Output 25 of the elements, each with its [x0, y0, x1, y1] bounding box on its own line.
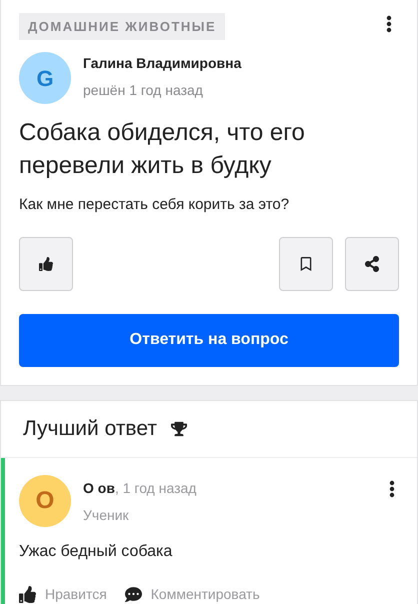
answer-text: Ужас бедный собака — [19, 542, 174, 562]
avatar: O — [19, 475, 71, 527]
solved-time: решён 1 год назад — [83, 81, 204, 100]
answer-byline: О ов, 1 год назад — [83, 479, 198, 498]
category-tag[interactable]: ДОМАШНИЕ ЖИВОТНЫЕ — [19, 13, 226, 40]
bookmark-icon — [299, 256, 313, 270]
thumbs-up-icon — [19, 586, 36, 603]
question-text: Как мне перестать себя корить за это? — [19, 195, 290, 215]
like-button[interactable] — [19, 236, 73, 290]
answer-button[interactable]: Ответить на вопрос — [19, 314, 399, 366]
author-name[interactable]: Галина Владимировна — [83, 53, 242, 74]
trophy-icon — [170, 421, 187, 437]
thumbs-up-icon — [39, 256, 53, 270]
comment-button[interactable]: Комментировать — [124, 584, 260, 604]
avatar: G — [19, 52, 71, 104]
like-button[interactable]: Нравится — [19, 584, 107, 604]
share-icon — [364, 256, 380, 272]
more-icon[interactable] — [389, 480, 395, 498]
best-answer-heading: Лучший ответ — [23, 416, 157, 442]
bookmark-button[interactable] — [279, 236, 333, 290]
share-button[interactable] — [345, 236, 399, 290]
question-title: Собака обиделся, что его перевели жить в будку — [19, 118, 306, 181]
author-rank: Ученик — [83, 506, 130, 525]
comment-icon — [124, 586, 142, 603]
more-icon[interactable] — [386, 15, 392, 33]
